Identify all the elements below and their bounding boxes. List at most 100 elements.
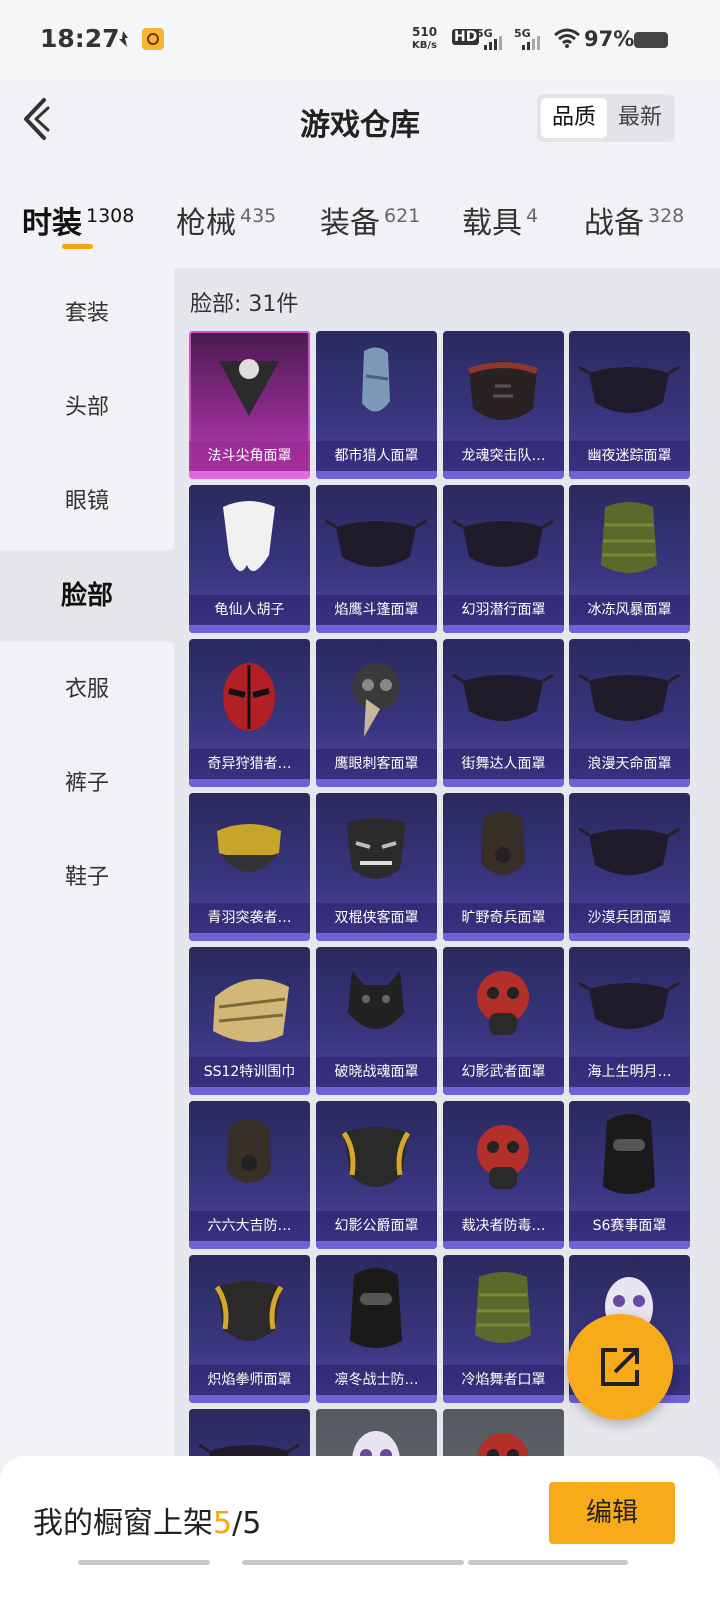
rarity-strip — [189, 471, 310, 479]
tab-equipment[interactable]: 装备 621 — [320, 198, 420, 242]
balaclava-icon — [350, 1268, 402, 1348]
respirator-icon — [481, 811, 525, 875]
app-notification-icon — [142, 28, 164, 50]
tab-supplies[interactable]: 战备 328 — [584, 198, 684, 242]
rarity-strip — [569, 779, 690, 787]
sidebar-item-glasses[interactable]: 眼镜 — [0, 456, 174, 548]
home-indicator — [78, 1560, 210, 1565]
item-card[interactable]: 都市猎人面罩 — [316, 331, 437, 479]
item-count-label: 脸部: 31件 — [190, 292, 299, 317]
item-card[interactable]: 幽夜迷踪面罩 — [569, 331, 690, 479]
item-card[interactable]: 幻影武者面罩 — [443, 947, 564, 1095]
sidebar-item-shoes[interactable]: 鞋子 — [0, 832, 174, 924]
item-card[interactable]: 鹰眼刺客面罩 — [316, 639, 437, 787]
rarity-strip — [316, 625, 437, 633]
scarf-mask-icon — [362, 347, 390, 412]
rarity-strip — [443, 625, 564, 633]
item-card[interactable]: 凛冬战士防… — [316, 1255, 437, 1403]
item-card[interactable]: 旷野奇兵面罩 — [443, 793, 564, 941]
item-name: 都市猎人面罩 — [316, 441, 437, 471]
sidebar-item-clothes[interactable]: 衣服 — [0, 644, 174, 736]
item-name: 沙漠兵团面罩 — [569, 903, 690, 933]
item-card[interactable]: 沙漠兵团面罩 — [569, 793, 690, 941]
item-card[interactable]: 龟仙人胡子 — [189, 485, 310, 633]
item-card[interactable]: 幻羽潜行面罩 — [443, 485, 564, 633]
item-card[interactable]: 焰鹰斗篷面罩 — [316, 485, 437, 633]
item-card[interactable]: SS12特训围巾 — [189, 947, 310, 1095]
item-card[interactable]: 幻影公爵面罩 — [316, 1101, 437, 1249]
item-name: SS12特训围巾 — [189, 1057, 310, 1087]
sidebar: 套装 头部 眼镜 脸部 衣服 裤子 鞋子 — [0, 268, 174, 1468]
item-name: 炽焰拳师面罩 — [189, 1365, 310, 1395]
tab-vehicles[interactable]: 载具 4 — [462, 198, 538, 242]
rarity-strip — [443, 1395, 564, 1403]
rarity-strip — [316, 471, 437, 479]
gold-mask-icon — [214, 1281, 284, 1341]
neck-gaiter-icon — [475, 1272, 531, 1343]
item-name: 凛冬战士防… — [316, 1365, 437, 1395]
rarity-strip — [189, 1241, 310, 1249]
item-name: 幻影公爵面罩 — [316, 1211, 437, 1241]
item-name: 龙魂突击队… — [443, 441, 564, 471]
item-card[interactable]: 奇异狩猎者… — [189, 639, 310, 787]
sidebar-item-face[interactable]: 脸部 — [0, 550, 174, 642]
sidebar-item-head[interactable]: 头部 — [0, 362, 174, 454]
tab-outfit[interactable]: 时装 1308 — [22, 198, 134, 242]
item-name: 奇异狩猎者… — [189, 749, 310, 779]
item-card[interactable]: 街舞达人面罩 — [443, 639, 564, 787]
balaclava-icon — [603, 1114, 655, 1194]
item-name: 幻影武者面罩 — [443, 1057, 564, 1087]
item-name: 裁决者防毒… — [443, 1211, 564, 1241]
item-name: 六六大吉防… — [189, 1211, 310, 1241]
item-card[interactable]: 六六大吉防… — [189, 1101, 310, 1249]
item-card[interactable]: 裁决者防毒… — [443, 1101, 564, 1249]
hero-mask-icon — [223, 663, 275, 731]
home-indicator — [468, 1560, 628, 1565]
rarity-strip — [569, 625, 690, 633]
notification-icon — [119, 31, 128, 47]
cloth-mask-icon — [325, 519, 427, 567]
sidebar-item-suit[interactable]: 套装 — [0, 268, 174, 360]
item-card[interactable]: 冰冻风暴面罩 — [569, 485, 690, 633]
sort-by-newest[interactable]: 最新 — [607, 98, 673, 138]
demon-mask-icon — [346, 818, 406, 879]
item-card[interactable]: 浪漫天命面罩 — [569, 639, 690, 787]
cloth-mask-icon — [578, 365, 680, 413]
item-card[interactable]: 冷焰舞者口罩 — [443, 1255, 564, 1403]
item-name: 破晓战魂面罩 — [316, 1057, 437, 1087]
home-indicator — [242, 1560, 464, 1565]
battery-level: 97% — [584, 27, 635, 51]
wifi-icon — [554, 28, 580, 48]
item-card[interactable]: 龙魂突击队… — [443, 331, 564, 479]
tab-count: 4 — [526, 205, 539, 227]
item-card[interactable]: 双棍侠客面罩 — [316, 793, 437, 941]
tactical-mask-icon — [468, 361, 538, 420]
gas-mask-icon — [477, 1125, 529, 1189]
cloth-mask-icon — [578, 981, 680, 1029]
sort-by-quality[interactable]: 品质 — [541, 98, 607, 138]
tab-count: 1308 — [86, 205, 135, 227]
edit-button[interactable]: 编辑 — [549, 1482, 675, 1544]
tab-guns[interactable]: 枪械 435 — [176, 198, 276, 242]
sidebar-item-pants[interactable]: 裤子 — [0, 738, 174, 830]
neck-gaiter-icon — [601, 502, 657, 573]
item-card[interactable]: 海上生明月… — [569, 947, 690, 1095]
item-card[interactable]: 破晓战魂面罩 — [316, 947, 437, 1095]
showcase-total: 5 — [242, 1506, 262, 1541]
rarity-strip — [569, 933, 690, 941]
status-time: 18:27 — [40, 24, 120, 53]
item-card[interactable]: 法斗尖角面罩 — [189, 331, 310, 479]
item-name: 双棍侠客面罩 — [316, 903, 437, 933]
item-name: 海上生明月… — [569, 1057, 690, 1087]
cloth-mask-icon — [452, 673, 554, 721]
item-card[interactable]: 青羽突袭者… — [189, 793, 310, 941]
item-name: 街舞达人面罩 — [443, 749, 564, 779]
share-button[interactable] — [567, 1314, 673, 1420]
rarity-strip — [569, 1241, 690, 1249]
rarity-strip — [443, 1087, 564, 1095]
item-card[interactable]: S6赛事面罩 — [569, 1101, 690, 1249]
item-name: 法斗尖角面罩 — [189, 441, 310, 471]
item-name: 浪漫天命面罩 — [569, 749, 690, 779]
item-card[interactable]: 炽焰拳师面罩 — [189, 1255, 310, 1403]
item-name: 幻羽潜行面罩 — [443, 595, 564, 625]
